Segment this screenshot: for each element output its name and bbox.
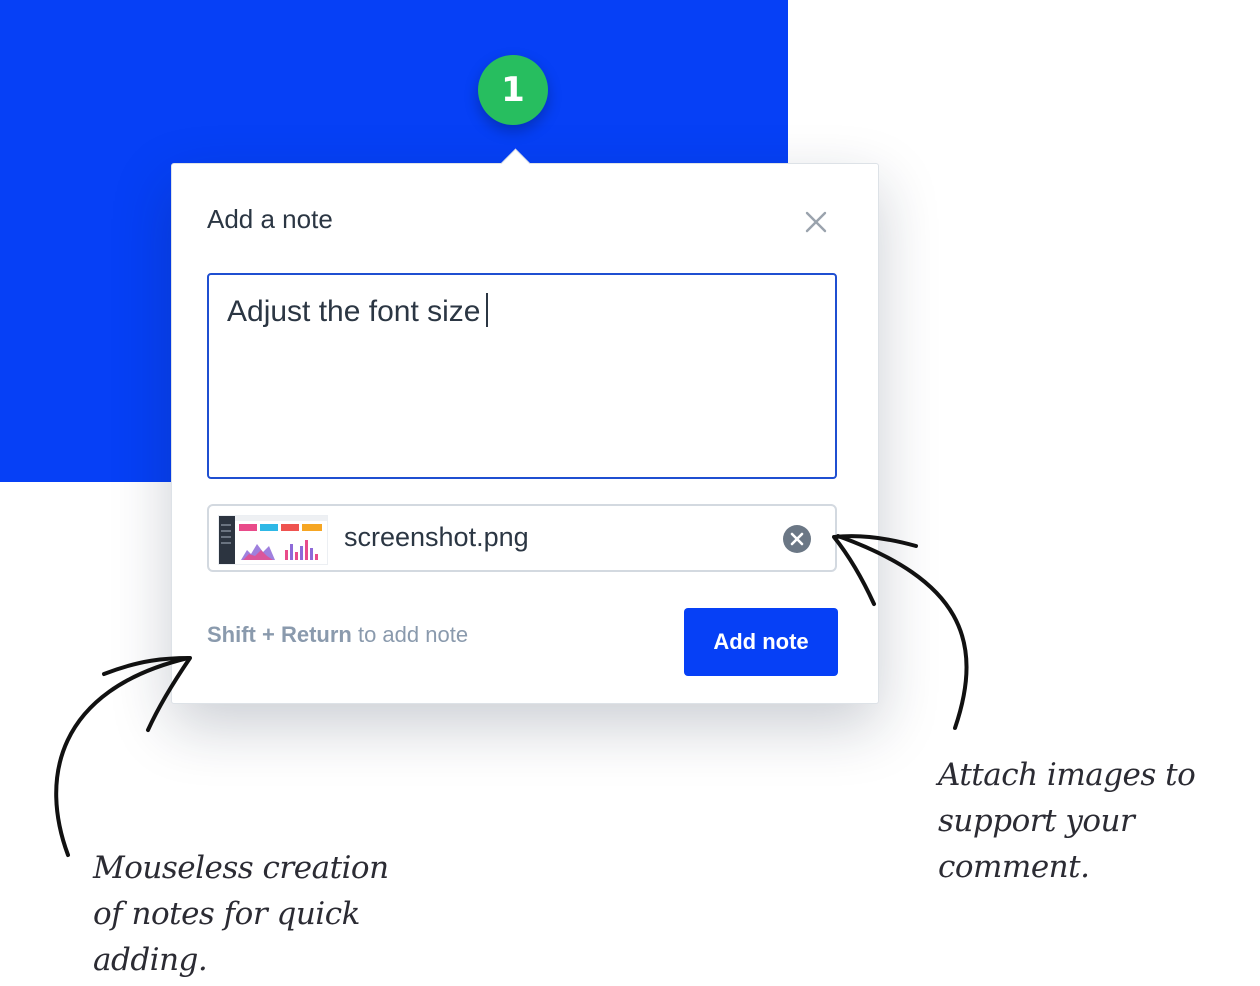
annotation-line: adding. [93, 942, 208, 978]
annotation-line: Attach images to [938, 757, 1196, 793]
right-arrow-head [832, 534, 918, 606]
annotation-line: Mouseless creation [93, 850, 389, 886]
annotation-attach-images: Attach images to support your comment. [938, 752, 1258, 890]
right-arrow-curve [836, 534, 969, 730]
annotation-mouseless: Mouseless creation of notes for quick ad… [93, 845, 413, 983]
left-arrow-curve [54, 656, 190, 857]
annotation-line: support your comment. [938, 803, 1135, 885]
left-arrow-head [102, 656, 192, 732]
annotation-line: of notes for quick [93, 896, 360, 932]
